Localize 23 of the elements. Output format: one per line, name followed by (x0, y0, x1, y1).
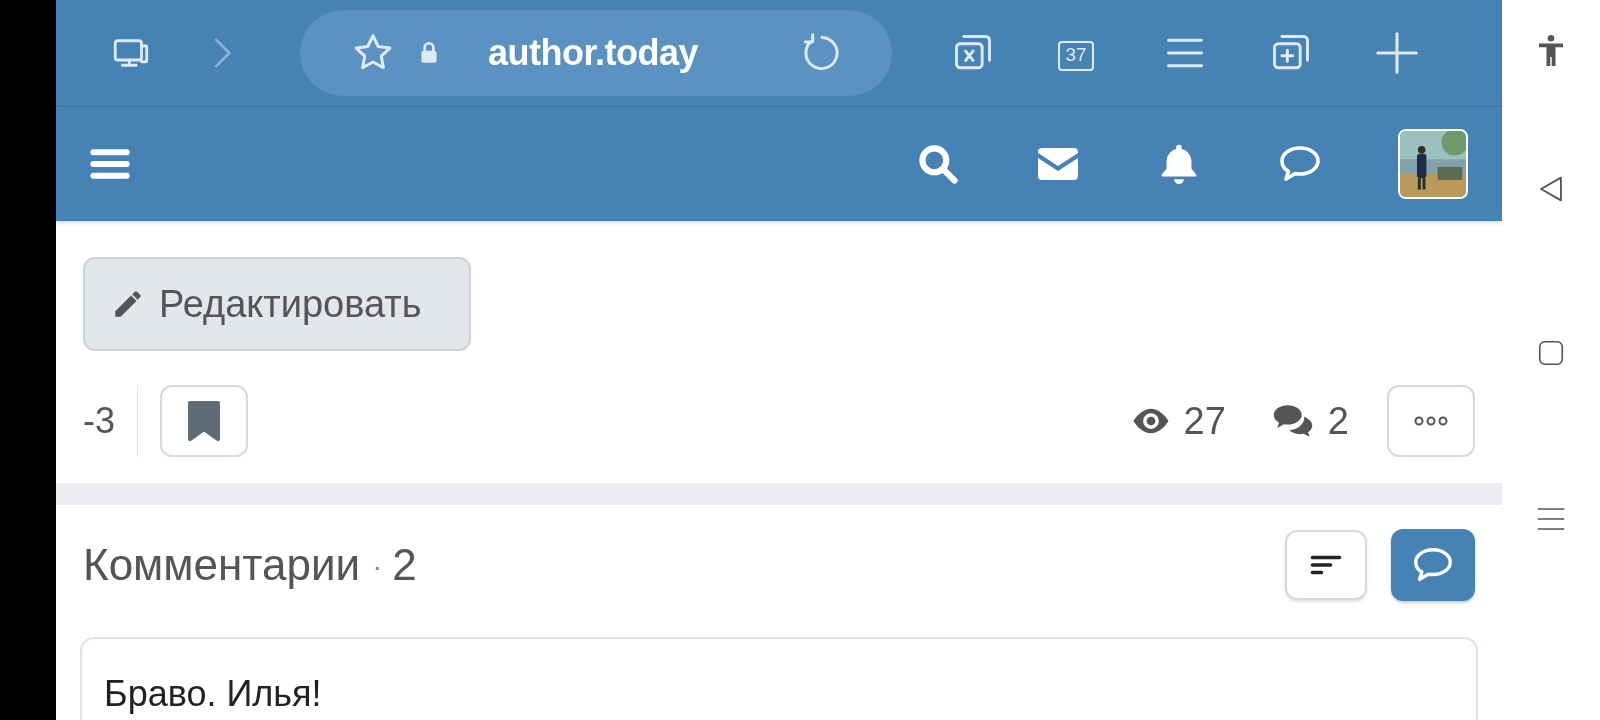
plus-icon (1374, 30, 1420, 76)
bookmark-button[interactable] (160, 385, 248, 457)
more-button[interactable] (1387, 385, 1475, 457)
bookmark-icon (187, 401, 221, 441)
comments-count: 2 (1327, 398, 1349, 444)
more-icon (1413, 415, 1449, 427)
edit-button[interactable]: Редактировать (83, 257, 471, 351)
tab-count: 37 (1058, 41, 1094, 71)
home-icon (1536, 338, 1566, 368)
separator: · (372, 547, 383, 584)
rating-value: -3 (83, 385, 138, 457)
address-bar[interactable]: author.today (300, 10, 892, 96)
views-count: 27 (1183, 398, 1226, 444)
comment-text: Браво. Илья! (104, 672, 323, 716)
search-icon (916, 142, 960, 186)
add-comment-button[interactable] (1391, 529, 1475, 601)
avatar[interactable] (1398, 129, 1468, 199)
comments-total: 2 (392, 539, 417, 591)
search-button[interactable] (916, 142, 960, 186)
sort-button[interactable] (1285, 530, 1367, 600)
url-text: author.today (488, 31, 699, 75)
comments-title: Комментарии (83, 539, 361, 591)
tabs-button[interactable]: 37 (1054, 28, 1104, 78)
